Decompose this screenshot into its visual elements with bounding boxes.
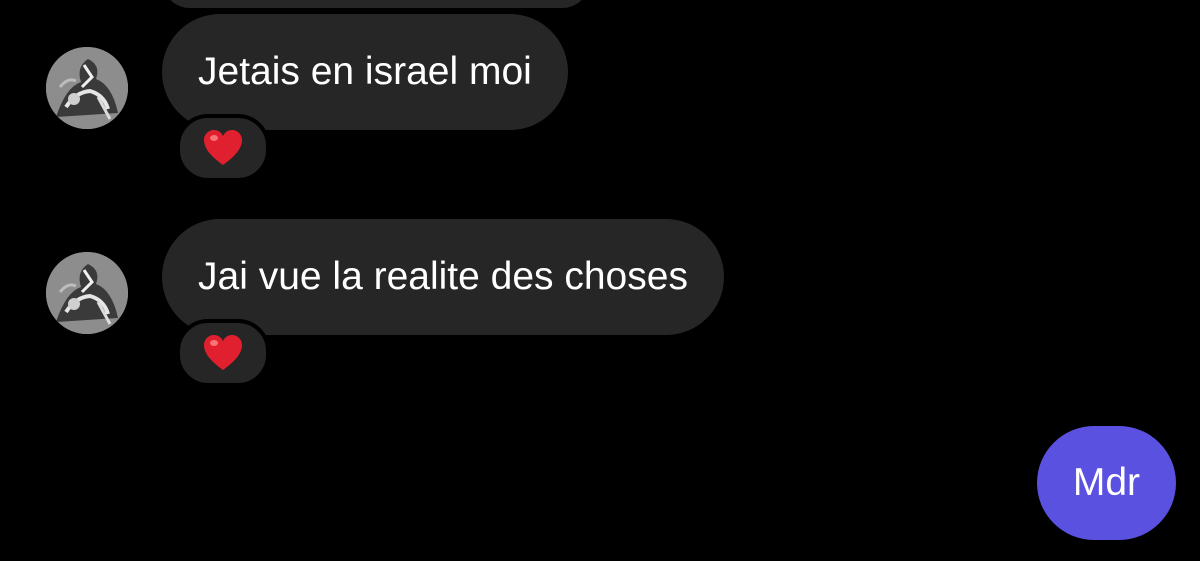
message-text: Jetais en israel moi	[198, 50, 532, 93]
avatar-image	[46, 252, 128, 334]
sender-avatar[interactable]	[46, 252, 128, 334]
received-message-bubble[interactable]: Jetais en israel moi	[162, 14, 568, 130]
chat-thread: Jetais en israel moi Jai vue la realite …	[0, 0, 1200, 561]
red-heart-icon	[204, 130, 242, 165]
previous-message-bubble[interactable]	[162, 0, 590, 8]
message-text: Mdr	[1072, 461, 1140, 504]
reaction-badge[interactable]	[176, 319, 270, 387]
avatar-image	[46, 47, 128, 129]
received-message-bubble[interactable]: Jai vue la realite des choses	[162, 219, 724, 335]
sender-avatar[interactable]	[46, 47, 128, 129]
message-text: Jai vue la realite des choses	[198, 255, 688, 298]
reaction-badge[interactable]	[176, 114, 270, 182]
red-heart-icon	[204, 335, 242, 370]
sent-message-bubble[interactable]: Mdr	[1036, 426, 1176, 540]
